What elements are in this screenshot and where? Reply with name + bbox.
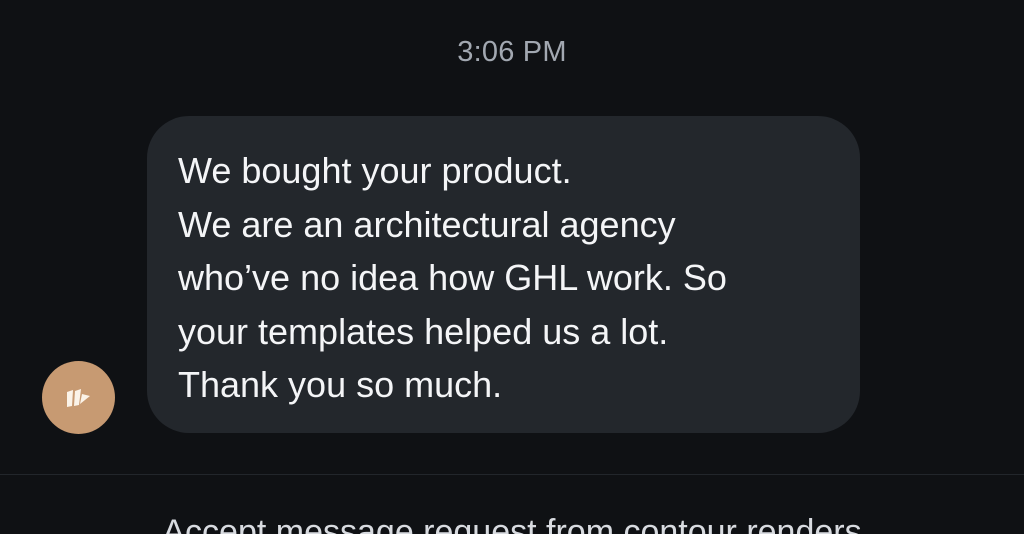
message-text-line: your templates helped us a lot.	[178, 310, 669, 352]
message-text-line: We bought your product.	[178, 150, 572, 191]
sender-avatar[interactable]	[42, 361, 115, 434]
message-thread: 3:06 PM We bought your product. We are a…	[0, 0, 1024, 534]
message-timestamp: 3:06 PM	[457, 36, 567, 68]
message-text-line: Thank you so much.	[178, 364, 503, 405]
brand-logo-icon	[66, 388, 90, 407]
message-text-line: who’ve no idea how GHL work. So	[178, 257, 727, 298]
divider	[0, 474, 1024, 475]
accept-request-prompt[interactable]: Accept message request from contour rend…	[0, 513, 1024, 534]
incoming-message-bubble[interactable]: We bought your product. We are an archit…	[147, 116, 860, 433]
message-text-line: We are an architectural agency	[178, 203, 676, 245]
